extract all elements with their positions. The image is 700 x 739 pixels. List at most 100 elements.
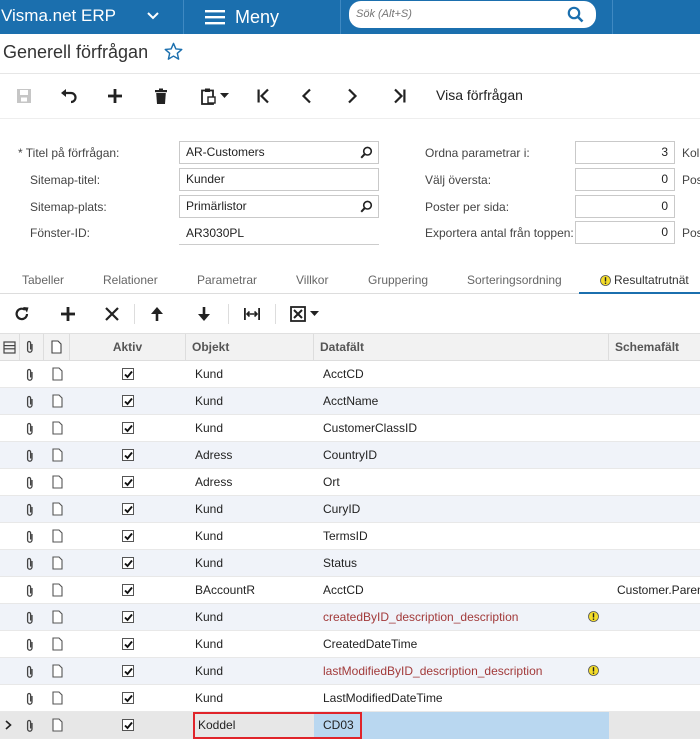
datafalt-cell[interactable]: CD03	[323, 712, 583, 739]
aktiv-checkbox[interactable]	[122, 368, 134, 380]
schemafalt-cell[interactable]	[617, 685, 700, 712]
schemafalt-cell[interactable]	[617, 712, 700, 739]
paperclip-icon[interactable]	[25, 584, 35, 598]
datafalt-cell[interactable]: Ort	[323, 469, 583, 496]
valj-oversta-input[interactable]: 0	[575, 168, 675, 191]
table-row[interactable]: Kund AcctName	[0, 388, 700, 415]
chevron-down-icon[interactable]	[146, 8, 160, 22]
datafalt-cell[interactable]: CreatedDateTime	[323, 631, 583, 658]
aktiv-checkbox[interactable]	[122, 503, 134, 515]
datafalt-header[interactable]: Datafält	[314, 334, 609, 361]
previous-record-button[interactable]	[296, 85, 318, 107]
refresh-button[interactable]	[12, 304, 32, 324]
schemafalt-cell[interactable]	[617, 361, 700, 388]
add-button[interactable]	[104, 85, 126, 107]
delete-button[interactable]	[150, 85, 172, 107]
document-icon[interactable]	[52, 664, 63, 678]
paperclip-icon[interactable]	[25, 692, 35, 706]
move-down-button[interactable]	[194, 304, 214, 324]
datafalt-cell[interactable]: AcctCD	[323, 577, 583, 604]
tab-resultatrutnat[interactable]: Resultatrutnät	[600, 273, 689, 287]
tab-gruppering[interactable]: Gruppering	[368, 273, 428, 287]
table-row[interactable]: Adress CountryID	[0, 442, 700, 469]
aktiv-checkbox[interactable]	[122, 530, 134, 542]
paperclip-icon[interactable]	[25, 503, 35, 517]
lookup-icon[interactable]	[360, 146, 373, 159]
datafalt-cell[interactable]: createdByID_description_description	[323, 604, 583, 631]
menu-button[interactable]: Meny	[205, 0, 279, 34]
datafalt-cell[interactable]: TermsID	[323, 523, 583, 550]
aktiv-checkbox[interactable]	[122, 692, 134, 704]
schemafalt-cell[interactable]	[617, 658, 700, 685]
tab-villkor[interactable]: Villkor	[296, 273, 328, 287]
schemafalt-cell[interactable]	[617, 550, 700, 577]
paperclip-icon[interactable]	[25, 530, 35, 544]
schemafalt-cell[interactable]: Customer.Paren	[617, 577, 700, 604]
aktiv-header[interactable]: Aktiv	[70, 334, 186, 361]
brand-name[interactable]: Visma.net ERP	[0, 0, 116, 34]
aktiv-checkbox[interactable]	[122, 476, 134, 488]
fit-columns-button[interactable]	[242, 304, 262, 324]
last-record-button[interactable]	[389, 85, 411, 107]
table-row[interactable]: Kund CustomerClassID	[0, 415, 700, 442]
move-up-button[interactable]	[147, 304, 167, 324]
delete-row-button[interactable]	[102, 304, 122, 324]
add-row-button[interactable]	[58, 304, 78, 324]
clipboard-button[interactable]	[196, 85, 232, 107]
sitemap-titel-input[interactable]: Kunder	[179, 168, 379, 191]
paperclip-icon[interactable]	[25, 638, 35, 652]
aktiv-checkbox[interactable]	[122, 422, 134, 434]
schemafalt-cell[interactable]	[617, 631, 700, 658]
notes-header[interactable]	[44, 334, 70, 361]
exportera-antal-input[interactable]: 0	[575, 221, 675, 244]
objekt-cell[interactable]: Kund	[195, 361, 310, 388]
table-row[interactable]: Kund AcctCD	[0, 361, 700, 388]
paperclip-icon[interactable]	[25, 422, 35, 436]
schemafalt-cell[interactable]	[617, 388, 700, 415]
tab-parametrar[interactable]: Parametrar	[197, 273, 257, 287]
poster-per-sida-input[interactable]: 0	[575, 195, 675, 218]
schemafalt-cell[interactable]	[617, 523, 700, 550]
objekt-cell[interactable]: Kund	[195, 523, 310, 550]
document-icon[interactable]	[52, 718, 63, 732]
objekt-cell[interactable]: Kund	[195, 388, 310, 415]
attachments-header[interactable]	[20, 334, 44, 361]
star-icon[interactable]	[164, 42, 183, 61]
lookup-icon[interactable]	[360, 200, 373, 213]
sitemap-plats-input[interactable]: Primärlistor	[179, 195, 379, 218]
table-row[interactable]: Koddel CD03	[0, 712, 700, 739]
document-icon[interactable]	[52, 610, 63, 624]
document-icon[interactable]	[52, 394, 63, 408]
objekt-cell[interactable]: Kund	[195, 658, 310, 685]
objekt-cell[interactable]: Adress	[195, 442, 310, 469]
aktiv-checkbox[interactable]	[122, 584, 134, 596]
paperclip-icon[interactable]	[25, 449, 35, 463]
visa-forfragan-button[interactable]: Visa förfrågan	[436, 87, 523, 103]
datafalt-cell[interactable]: AcctName	[323, 388, 583, 415]
document-icon[interactable]	[52, 367, 63, 381]
schemafalt-header[interactable]: Schemafält	[609, 334, 700, 361]
ordna-parametrar-input[interactable]: 3	[575, 141, 675, 164]
document-icon[interactable]	[52, 556, 63, 570]
document-icon[interactable]	[52, 529, 63, 543]
search-box[interactable]	[349, 1, 596, 28]
undo-button[interactable]	[58, 85, 80, 107]
paperclip-icon[interactable]	[25, 476, 35, 490]
schemafalt-cell[interactable]	[617, 442, 700, 469]
export-excel-button[interactable]	[287, 304, 321, 324]
objekt-header[interactable]: Objekt	[186, 334, 314, 361]
datafalt-cell[interactable]: Status	[323, 550, 583, 577]
paperclip-icon[interactable]	[25, 611, 35, 625]
objekt-cell[interactable]: BAccountR	[195, 577, 310, 604]
objekt-cell[interactable]: Kund	[195, 496, 310, 523]
datafalt-cell[interactable]: AcctCD	[323, 361, 583, 388]
document-icon[interactable]	[52, 448, 63, 462]
document-icon[interactable]	[52, 583, 63, 597]
warning-icon[interactable]	[588, 611, 599, 622]
tab-tabeller[interactable]: Tabeller	[22, 273, 64, 287]
table-row[interactable]: Kund Status	[0, 550, 700, 577]
first-record-button[interactable]	[252, 85, 274, 107]
table-row[interactable]: Kund lastModifiedByID_description_descrip…	[0, 658, 700, 685]
table-row[interactable]: Adress Ort	[0, 469, 700, 496]
table-row[interactable]: Kund CuryID	[0, 496, 700, 523]
